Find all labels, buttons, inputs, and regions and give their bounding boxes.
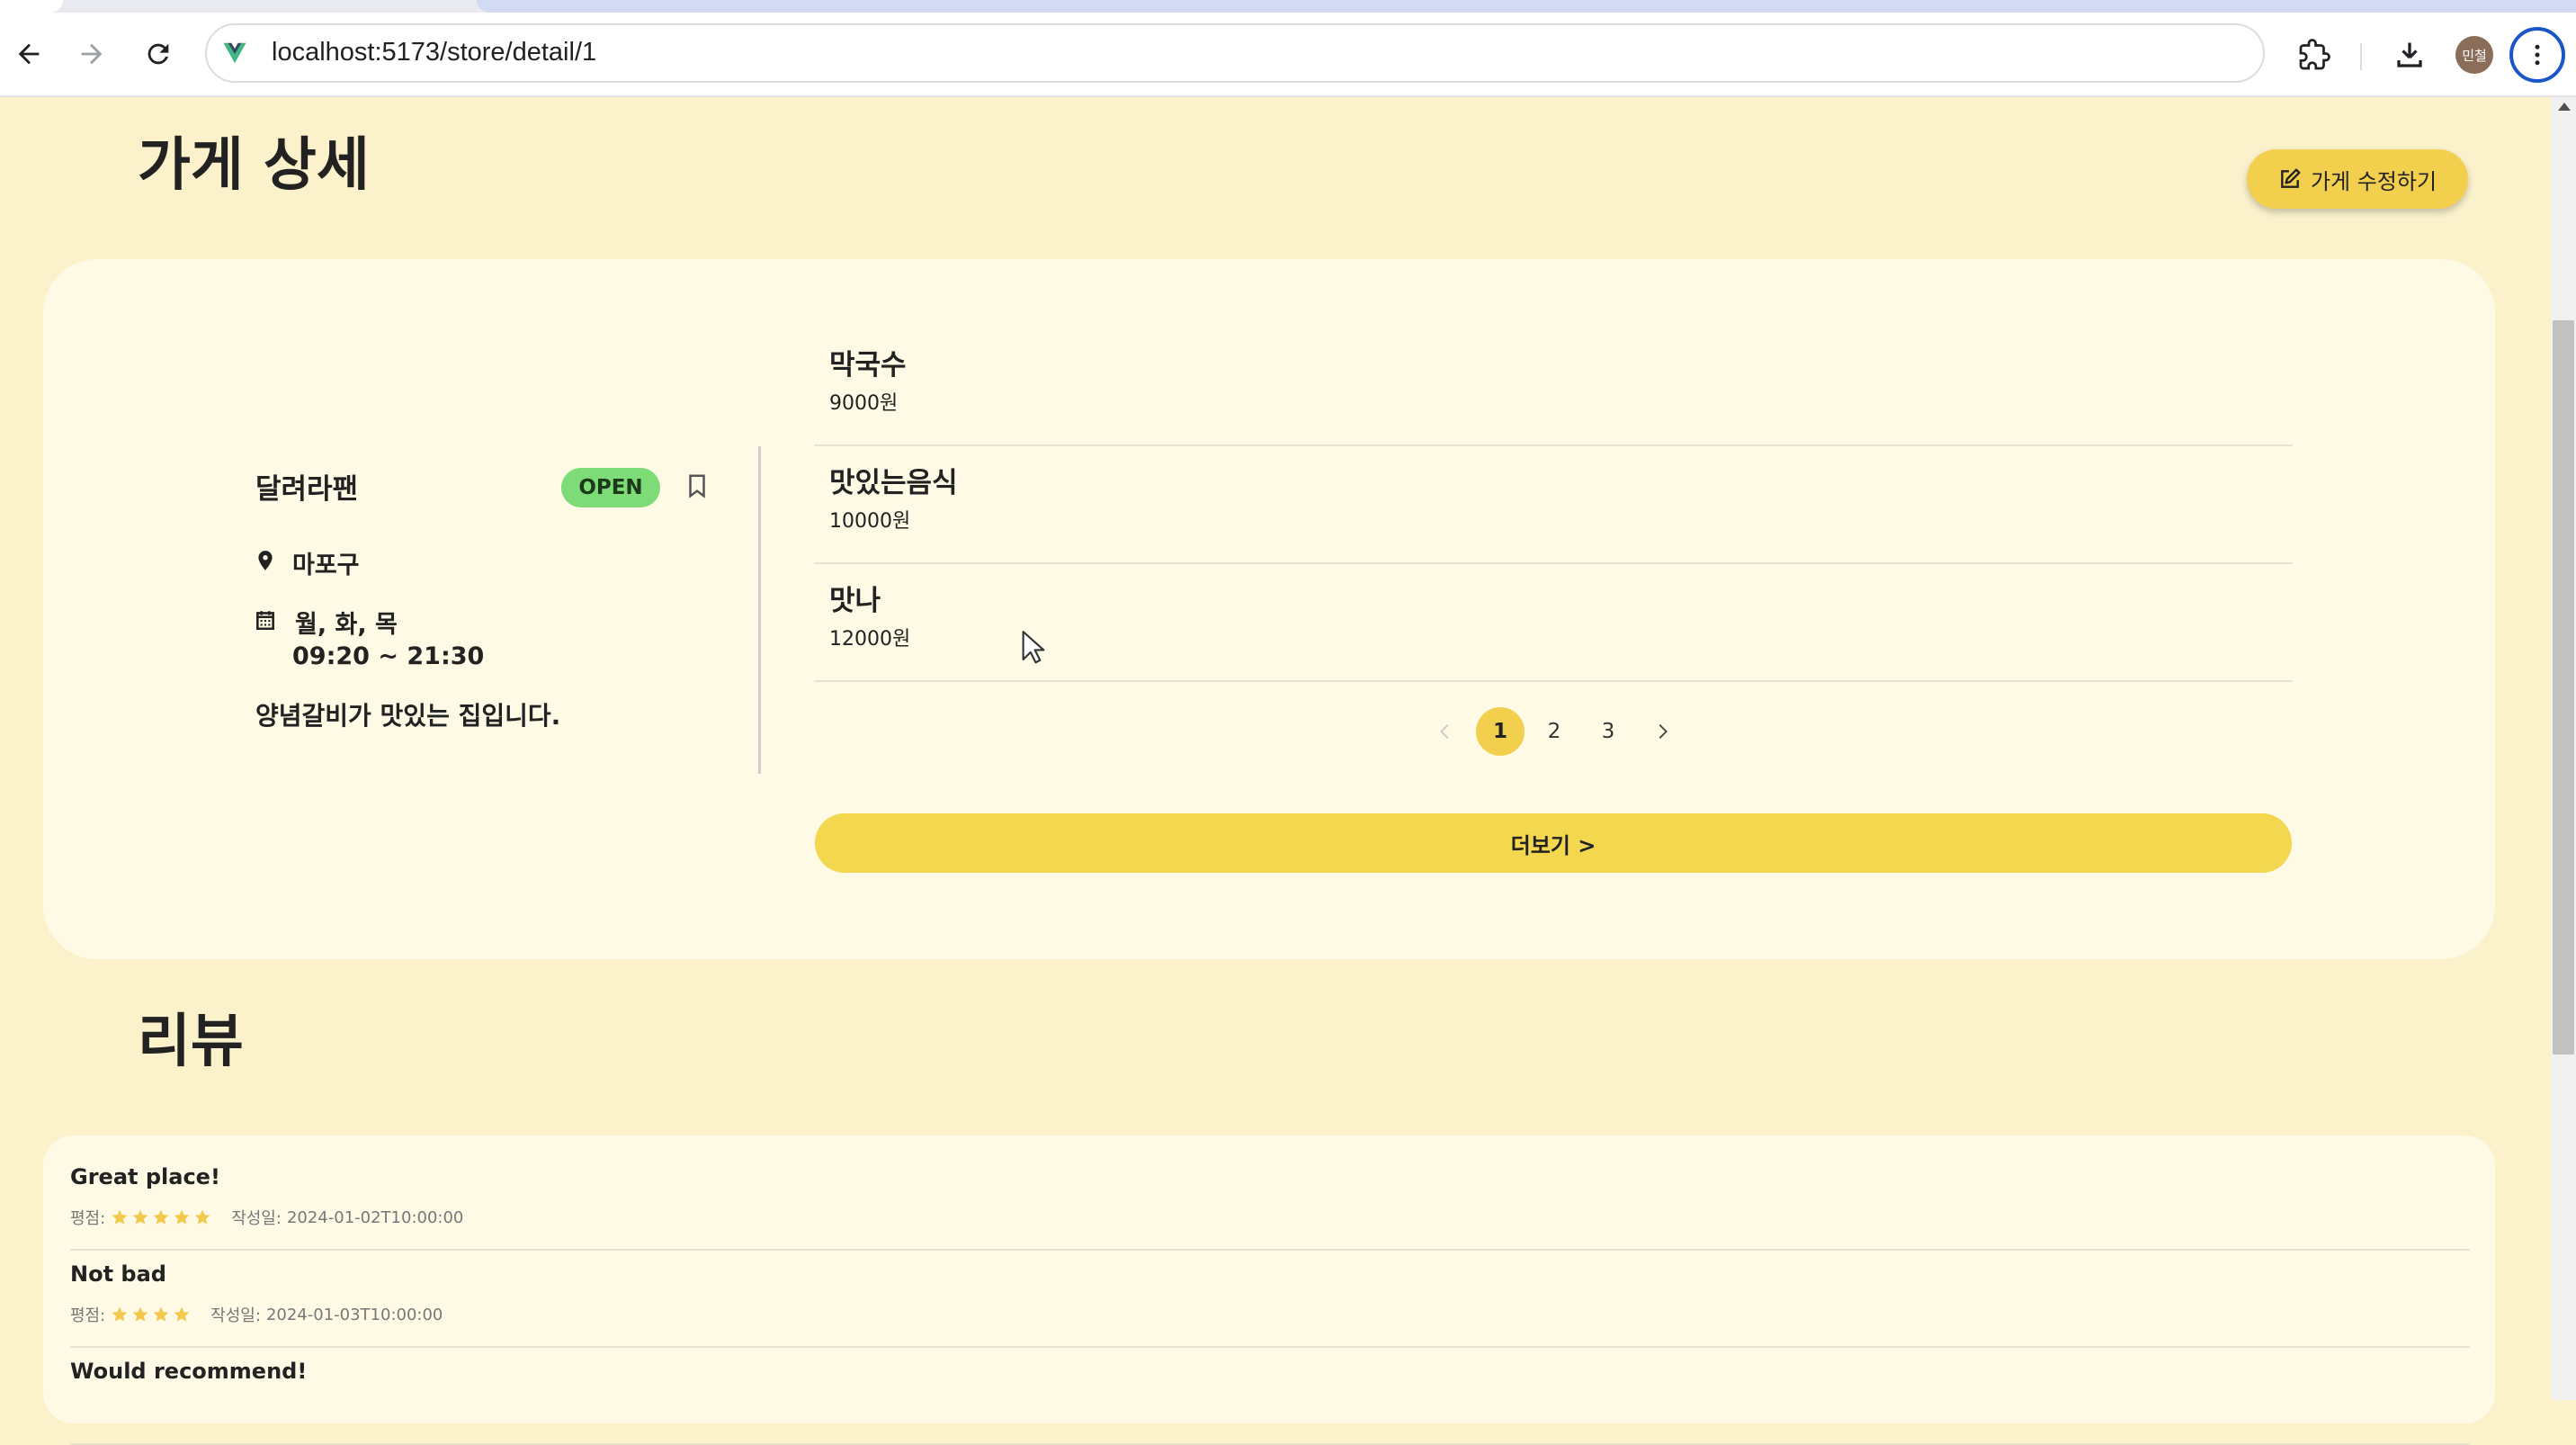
rating-label: 평점: [70,1306,106,1325]
page-scrollbar[interactable] [2551,97,2576,1400]
review-content: Not bad [70,1261,166,1287]
menu-price: 10000원 [829,510,911,533]
card-divider [758,446,761,774]
location-pin-icon [258,551,273,570]
arrow-left-icon [18,43,40,65]
arrow-right-icon [81,43,103,65]
star-icon [132,1306,148,1322]
bookmark-icon[interactable] [684,470,711,502]
menu-name: 맛있는음식 [829,467,958,499]
menu-item[interactable]: 막국수 9000원 [814,331,2293,446]
review-item: Would recommend! [70,1348,2470,1445]
rating-label: 평점: [70,1209,106,1228]
page-title: 가게 상세 [138,132,370,199]
reviews-title: 리뷰 [138,1009,244,1075]
edit-store-button[interactable]: 가게 수정하기 [2247,149,2468,209]
star-icon [112,1209,128,1225]
browser-menu-button[interactable] [2509,27,2565,83]
profile-avatar[interactable]: 민철 [2455,36,2493,74]
review-date: 2024-01-03T10:00:00 [265,1305,443,1324]
star-rating [111,1306,191,1324]
pagination-page-1[interactable]: 1 [1476,707,1525,756]
browser-toolbar: localhost:5173/store/detail/1 민철 [0,13,2576,97]
address-bar[interactable]: localhost:5173/store/detail/1 [205,23,2265,83]
review-content: Would recommend! [70,1359,308,1384]
download-icon [2397,42,2422,67]
calendar-icon [256,611,274,631]
pagination-prev-button[interactable] [1421,707,1470,756]
chevron-left-icon [1440,724,1449,739]
review-content: Great place! [70,1164,220,1189]
forward-button[interactable] [74,36,110,72]
menu-price: 9000원 [829,392,899,415]
review-date: 2024-01-02T10:00:00 [286,1207,464,1227]
chevron-right-icon [1659,724,1668,739]
review-item: Not bad 평점: 작성일: 2024-01-03T10:00:00 [70,1251,2470,1348]
toolbar-divider [2360,43,2362,70]
status-badge: OPEN [561,468,660,507]
star-icon [174,1209,190,1225]
store-name: 달려라팬 [255,473,359,506]
edit-store-label: 가게 수정하기 [2310,168,2437,194]
pagination-page-2[interactable]: 2 [1530,707,1579,756]
puzzle-icon [2299,39,2330,70]
star-icon [153,1209,169,1225]
menu-item[interactable]: 맛있는음식 10000원 [814,449,2293,564]
review-item: Great place! 평점: 작성일: 2024-01-02T10:00:0… [70,1153,2470,1251]
star-icon [153,1306,169,1322]
tab-bar-area [477,0,2576,13]
store-district: 마포구 [292,552,360,579]
mouse-cursor-icon [1022,631,1045,664]
store-hours: 09:20 ~ 21:30 [292,642,485,670]
scroll-thumb[interactable] [2553,320,2574,1055]
menu-name: 막국수 [829,349,907,381]
more-menus-button[interactable]: 더보기 > [815,813,2292,873]
pagination-page-3[interactable]: 3 [1584,707,1632,756]
scroll-up-arrow-icon[interactable] [2558,103,2571,111]
store-open-days: 월, 화, 목 [295,611,398,639]
date-label: 작성일: [231,1209,282,1228]
review-meta: 평점: 작성일: 2024-01-03T10:00:00 [70,1303,443,1326]
star-rating [111,1208,211,1226]
extensions-button[interactable] [2294,34,2335,76]
more-vertical-icon [2535,44,2540,66]
reload-button[interactable] [140,36,176,72]
store-description: 양념갈비가 맛있는 집입니다. [255,701,561,731]
date-label: 작성일: [210,1306,261,1325]
menu-price: 12000원 [829,628,911,651]
downloads-button[interactable] [2389,34,2430,76]
url-text: localhost:5173/store/detail/1 [272,38,597,67]
menu-name: 맛나 [829,585,881,617]
star-icon [194,1209,210,1225]
vue-logo-icon [223,42,246,64]
pagination-next-button[interactable] [1638,707,1686,756]
reload-icon [148,43,169,65]
edit-icon [2281,168,2301,188]
star-icon [112,1306,128,1322]
star-icon [174,1306,190,1322]
back-button[interactable] [11,36,47,72]
tab-strip [0,0,2576,13]
star-icon [132,1209,148,1225]
review-meta: 평점: 작성일: 2024-01-02T10:00:00 [70,1206,463,1229]
active-tab[interactable] [0,0,63,13]
